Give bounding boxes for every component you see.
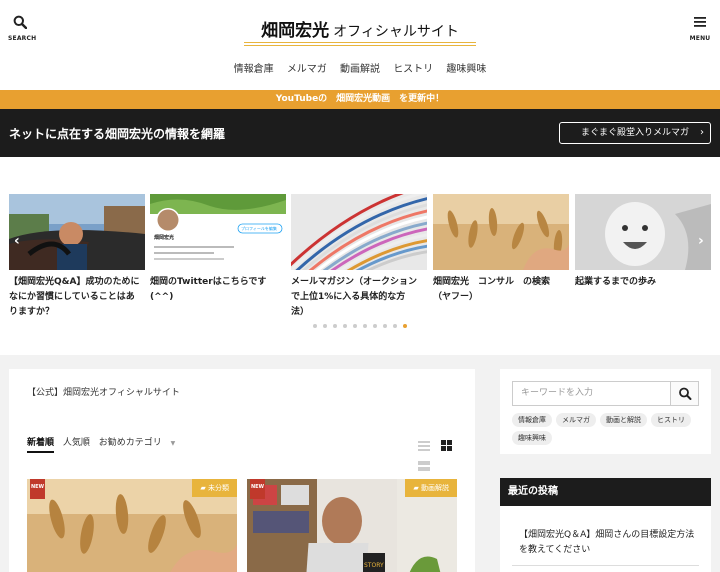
site-title-main: 畑岡宏光 [261, 21, 330, 41]
sidebar-search-widget: キーワードを入力 情報倉庫 メルマガ 動画と解説 ヒストリ 趣味興味 [500, 369, 711, 454]
post-card[interactable]: STORY NEW ▰ 動画解説 [247, 479, 457, 572]
carousel-slide[interactable]: 畑岡宏光 プロフィールを編集 畑岡のTwitterはこちらです(^^) [150, 194, 286, 305]
site-title[interactable]: 畑岡宏光 オフィシャルサイト [0, 16, 720, 41]
global-nav: 情報倉庫 メルマガ 動画解説 ヒストリ 趣味興味 [0, 60, 720, 75]
carousel-prev-icon[interactable]: ‹ [14, 233, 20, 249]
title-underline [244, 45, 476, 46]
chevron-right-icon: › [700, 127, 704, 138]
carousel-dot[interactable] [323, 324, 327, 328]
new-badge: NEW [250, 479, 265, 499]
tab-recommended[interactable]: お勧めカテゴリ ▼ [99, 438, 182, 448]
tag-item[interactable]: 趣味興味 [512, 431, 552, 445]
carousel-dot[interactable] [363, 324, 367, 328]
search-placeholder: キーワードを入力 [521, 388, 594, 398]
slide-caption: 畑岡宏光 コンサル の検索 （ヤフー） [433, 277, 551, 302]
menu-label: MENU [689, 35, 711, 42]
divider [512, 565, 699, 566]
slide-image [575, 194, 711, 270]
hero-band: ネットに点在する畑岡宏光の情報を網羅 まぐまぐ殿堂入りメルマガ › [0, 109, 720, 157]
nav-item-mailmag[interactable]: メルマガ [287, 64, 327, 75]
new-badge: NEW [30, 479, 45, 499]
tag-item[interactable]: メルマガ [556, 413, 596, 427]
tag-item[interactable]: ヒストリ [651, 413, 691, 427]
menu-button[interactable]: MENU [688, 14, 712, 42]
tag-item[interactable]: 情報倉庫 [512, 413, 552, 427]
carousel-dot[interactable] [373, 324, 377, 328]
search-icon [679, 387, 692, 400]
slide-image [291, 194, 427, 270]
category-label: ▰ 未分類 [192, 479, 237, 497]
card-view-icon[interactable] [418, 456, 430, 475]
nav-item-info[interactable]: 情報倉庫 [234, 64, 274, 75]
slide-caption: 【畑岡宏光Q&A】成功のために なにか習慣にしていることはあ りますか？ [9, 277, 140, 317]
carousel-dot[interactable] [333, 324, 337, 328]
nav-item-history[interactable]: ヒストリ [393, 64, 433, 75]
tab-popular[interactable]: 人気順 [63, 438, 90, 448]
tag-cloud: 情報倉庫 メルマガ 動画と解説 ヒストリ 趣味興味 [512, 413, 702, 449]
slide-image [433, 194, 569, 270]
carousel-slide[interactable]: 【畑岡宏光Q&A】成功のために なにか習慣にしていることはあ りますか？ [9, 194, 145, 320]
carousel-slide[interactable]: 起業するまでの歩み [575, 194, 711, 290]
list-view-icon[interactable] [418, 436, 430, 455]
recent-posts-widget: 最近の投稿 【畑岡宏光Q＆A】畑岡さんの目標設定方法を教えてください [500, 478, 711, 572]
mailmag-button[interactable]: まぐまぐ殿堂入りメルマガ › [559, 122, 711, 144]
twitter-edit-profile: プロフィールを編集 [241, 226, 277, 231]
carousel-dots [0, 324, 720, 328]
recent-post-link[interactable]: 【畑岡宏光Q＆A】畑岡さんの目標設定方法を教えてください [519, 528, 699, 558]
title-underline [244, 42, 476, 43]
carousel-dot[interactable] [313, 324, 317, 328]
folder-icon: ▰ [200, 484, 206, 492]
slide-image [9, 194, 145, 270]
carousel-next-icon[interactable]: › [698, 233, 704, 249]
carousel-slide[interactable]: 畑岡宏光 コンサル の検索 （ヤフー） [433, 194, 569, 305]
main-content: 【公式】畑岡宏光オフィシャルサイト 新着順 人気順 お勧めカテゴリ ▼ NEW … [9, 369, 475, 572]
sort-tabs: 新着順 人気順 お勧めカテゴリ ▼ [27, 435, 187, 453]
tag-item[interactable]: 動画と解説 [600, 413, 647, 427]
recent-posts-heading: 最近の投稿 [500, 478, 711, 506]
slide-caption: 畑岡のTwitterはこちらです(^^) [150, 277, 267, 302]
nav-item-hobby[interactable]: 趣味興味 [446, 64, 486, 75]
nav-item-video[interactable]: 動画解説 [340, 64, 380, 75]
hero-title: ネットに点在する畑岡宏光の情報を網羅 [9, 127, 226, 141]
carousel-slide[interactable]: メールマガジン（オークション で上位1%に入る具体的な方 法） [291, 194, 427, 320]
carousel-dot[interactable] [393, 324, 397, 328]
notice-bar[interactable]: YouTubeの 畑岡宏光動画 を更新中！ [0, 90, 720, 109]
featured-carousel: 【畑岡宏光Q&A】成功のために なにか習慣にしていることはあ りますか？ 畑岡宏… [0, 157, 720, 355]
mailmag-button-label: まぐまぐ殿堂入りメルマガ [580, 128, 689, 138]
search-input[interactable]: キーワードを入力 [512, 381, 699, 406]
carousel-dot[interactable] [403, 324, 407, 328]
view-toggle [412, 435, 475, 475]
chevron-down-icon: ▼ [170, 440, 176, 447]
hamburger-icon [694, 17, 706, 27]
site-title-sub: オフィシャルサイト [333, 24, 459, 40]
breadcrumb[interactable]: 【公式】畑岡宏光オフィシャルサイト [27, 385, 180, 398]
slide-caption: 起業するまでの歩み [575, 277, 657, 287]
carousel-dot[interactable] [353, 324, 357, 328]
site-header: SEARCH 畑岡宏光 オフィシャルサイト MENU 情報倉庫 メルマガ 動画解説… [0, 0, 720, 90]
slide-caption: メールマガジン（オークション で上位1%に入る具体的な方 法） [291, 277, 418, 317]
search-submit-button[interactable] [670, 382, 698, 405]
carousel-dot[interactable] [343, 324, 347, 328]
folder-icon: ▰ [413, 484, 419, 492]
category-label: ▰ 動画解説 [405, 479, 457, 497]
twitter-name: 畑岡宏光 [154, 235, 175, 241]
tab-newest[interactable]: 新着順 [27, 438, 55, 453]
grid-view-icon[interactable] [441, 436, 453, 455]
slide-image: 畑岡宏光 プロフィールを編集 [150, 194, 286, 270]
overlay-story: STORY [364, 562, 384, 569]
carousel-dot[interactable] [383, 324, 387, 328]
post-card[interactable]: NEW ▰ 未分類 [27, 479, 237, 572]
